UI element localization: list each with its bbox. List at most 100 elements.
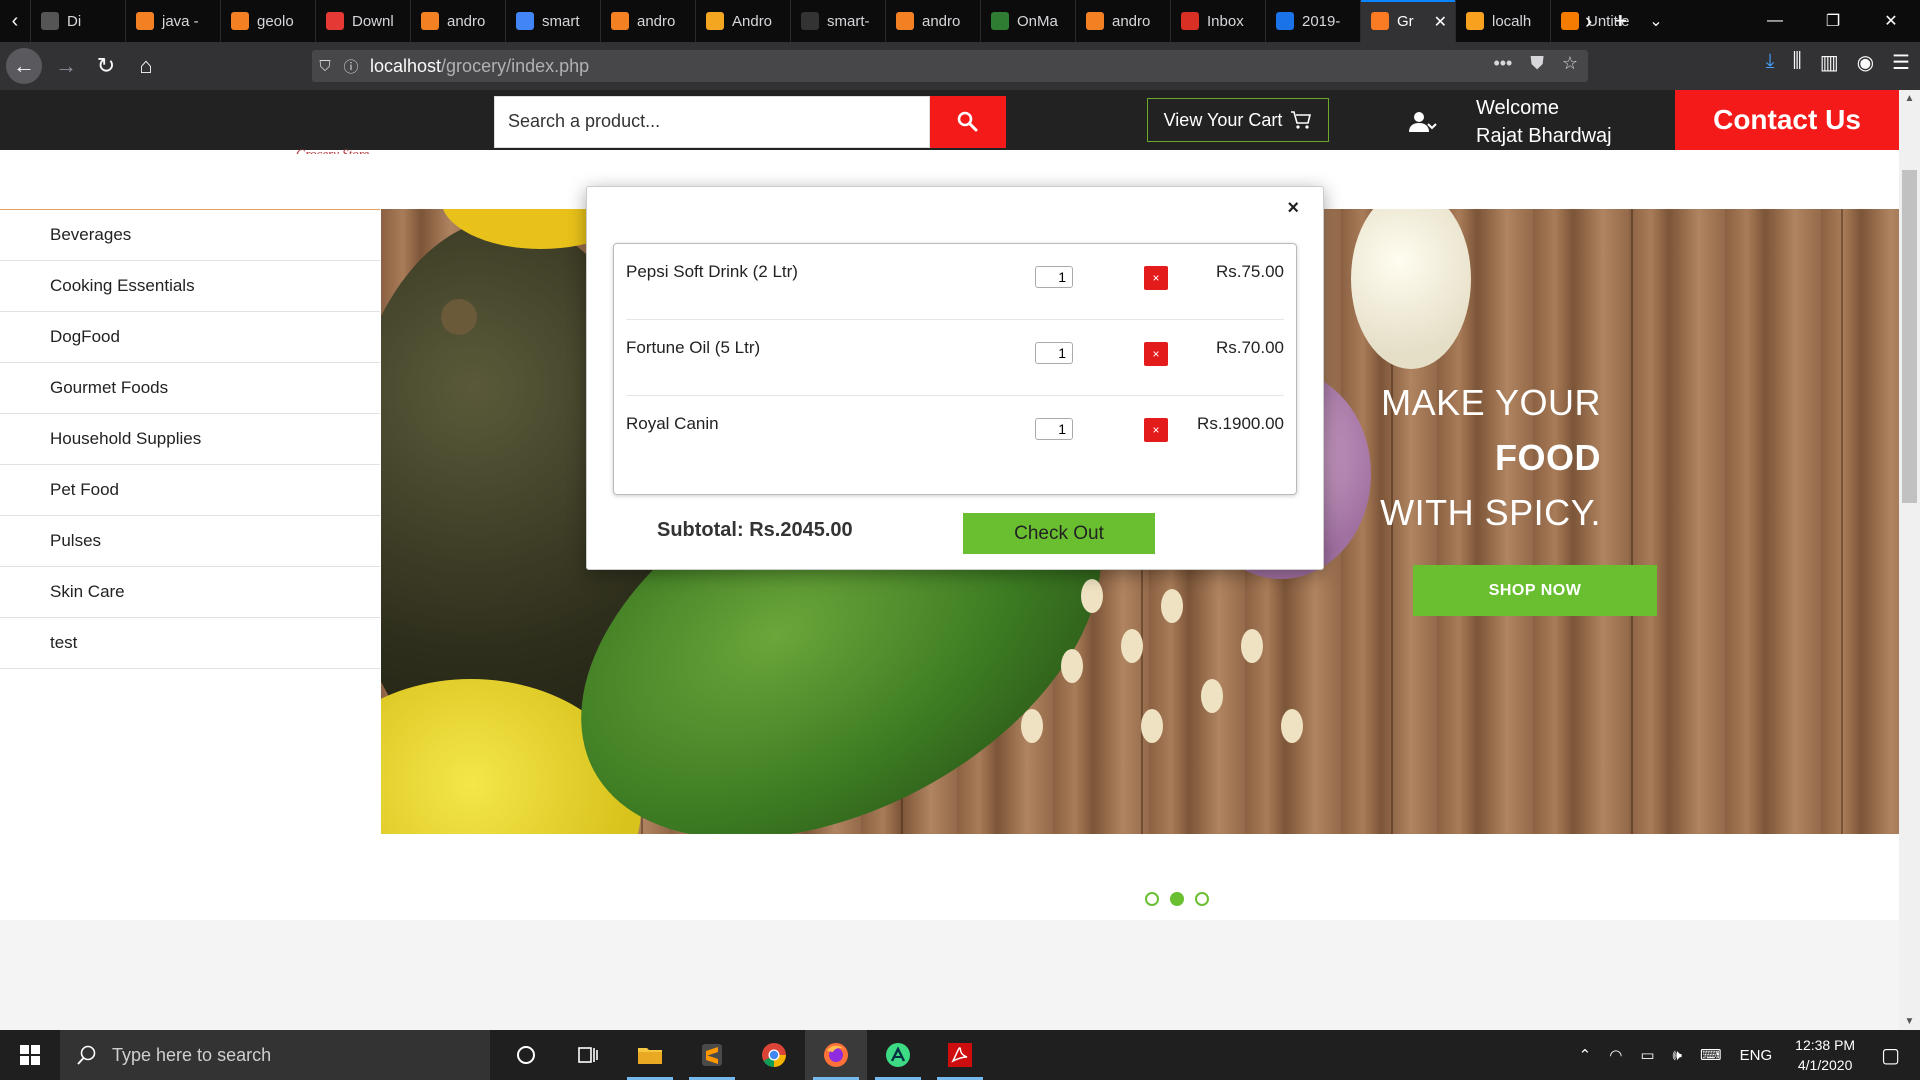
site-info-icon[interactable]: ⓘ [338, 56, 364, 77]
language-indicator[interactable]: ENG [1731, 1047, 1782, 1064]
volume-icon[interactable]: 🕪 [1664, 1047, 1691, 1064]
remove-item-button[interactable]: × [1144, 418, 1168, 442]
browser-tab[interactable]: localh [1455, 0, 1550, 42]
account-icon[interactable]: ◉ [1857, 50, 1874, 75]
site-header: Search a product... View Your Cart Welco… [0, 90, 1899, 150]
category-item[interactable]: Pulses [0, 516, 380, 567]
tab-scroll-right-icon[interactable]: › [1585, 8, 1592, 34]
category-item[interactable]: Beverages [0, 210, 380, 261]
category-item[interactable]: Skin Care [0, 567, 380, 618]
tracking-shield-icon[interactable]: ⛉ [312, 58, 338, 75]
new-tab-icon[interactable]: + [1614, 8, 1627, 34]
category-item[interactable]: DogFood [0, 312, 380, 363]
category-item[interactable]: Pet Food [0, 465, 380, 516]
browser-tab[interactable]: smart [505, 0, 600, 42]
browser-tab[interactable]: geolo [220, 0, 315, 42]
firefox-icon[interactable] [805, 1030, 867, 1080]
user-icon[interactable] [1407, 108, 1437, 138]
user-name: Rajat Bhardwaj [1476, 125, 1612, 147]
site-logo[interactable]: Grocery Store [296, 146, 369, 154]
taskbar-search[interactable]: Type here to search [60, 1030, 490, 1080]
browser-tab[interactable]: 2019- [1265, 0, 1360, 42]
browser-tab[interactable]: OnMa [980, 0, 1075, 42]
carousel-dot[interactable] [1195, 892, 1209, 906]
remove-item-button[interactable]: × [1144, 342, 1168, 366]
file-explorer-icon[interactable] [619, 1030, 681, 1080]
back-icon[interactable]: ← [6, 48, 42, 84]
browser-tab[interactable]: java - [125, 0, 220, 42]
sublime-text-icon[interactable] [681, 1030, 743, 1080]
close-window-icon[interactable]: ✕ [1862, 0, 1920, 42]
windows-logo-icon [20, 1045, 40, 1065]
clock[interactable]: 12:38 PM 4/1/2020 [1781, 1035, 1869, 1075]
url-bar[interactable]: ⛉ ⓘ localhost/grocery/index.php ••• ⛊ ☆ [312, 50, 1588, 82]
chrome-icon[interactable] [743, 1030, 805, 1080]
android-studio-icon[interactable] [867, 1030, 929, 1080]
category-item[interactable]: Gourmet Foods [0, 363, 380, 414]
forward-icon[interactable]: → [48, 48, 84, 84]
menu-icon[interactable]: ☰ [1892, 50, 1910, 75]
taskbar-apps [495, 1030, 991, 1080]
reload-icon[interactable]: ↻ [88, 48, 124, 84]
task-view-icon[interactable] [557, 1030, 619, 1080]
keyboard-icon[interactable]: ⌨ [1691, 1046, 1731, 1064]
pocket-icon[interactable]: ⛊ [1530, 53, 1544, 74]
quantity-input[interactable]: 1 [1035, 342, 1073, 364]
browser-tab[interactable]: smart- [790, 0, 885, 42]
notifications-icon[interactable]: ▢ [1869, 1043, 1920, 1068]
checkout-button[interactable]: Check Out [963, 513, 1155, 554]
acrobat-reader-icon[interactable] [929, 1030, 991, 1080]
search-input[interactable]: Search a product... [494, 96, 930, 148]
welcome-label: Welcome [1476, 97, 1559, 119]
tab-scroll-left-icon[interactable]: ‹ [0, 0, 30, 42]
category-item[interactable]: Household Supplies [0, 414, 380, 465]
battery-icon[interactable]: ▭ [1631, 1046, 1663, 1064]
carousel-dot[interactable] [1170, 892, 1184, 906]
hero-line-2: FOOD [1495, 437, 1601, 478]
browser-tab[interactable]: andro [410, 0, 505, 42]
bookmark-star-icon[interactable]: ☆ [1562, 53, 1578, 74]
carousel-dot[interactable] [1145, 892, 1159, 906]
page-actions-icon[interactable]: ••• [1493, 53, 1512, 74]
library-icon[interactable]: ⫼ [1793, 50, 1802, 75]
scroll-down-icon[interactable]: ▼ [1899, 1013, 1920, 1030]
show-hidden-icons-icon[interactable]: ⌃ [1570, 1046, 1601, 1064]
browser-tab[interactable]: andro [885, 0, 980, 42]
start-button[interactable] [0, 1030, 60, 1080]
browser-tab[interactable]: Gr ✕ [1360, 0, 1455, 42]
home-icon[interactable]: ⌂ [128, 48, 164, 84]
tab-title: smart [542, 12, 580, 30]
browser-tab[interactable]: andro [1075, 0, 1170, 42]
view-cart-button[interactable]: View Your Cart [1147, 98, 1329, 142]
pine-nut [1081, 579, 1103, 613]
browser-tab[interactable]: Downl [315, 0, 410, 42]
close-tab-icon[interactable]: ✕ [1434, 12, 1447, 32]
category-item[interactable]: test [0, 618, 380, 669]
tab-list: Di java - geolo Downl andro smart andro Andro sm… [30, 0, 1645, 42]
sidebar-toggle-icon[interactable]: ▥ [1820, 50, 1839, 75]
page-scrollbar[interactable]: ▲ ▼ [1899, 90, 1920, 1030]
downloads-icon[interactable]: ⤓ [1766, 50, 1775, 75]
remove-item-button[interactable]: × [1144, 266, 1168, 290]
browser-tab[interactable]: Andro [695, 0, 790, 42]
minimize-icon[interactable]: — [1746, 0, 1804, 42]
browser-tab[interactable]: Di [30, 0, 125, 42]
browser-tab[interactable]: Inbox [1170, 0, 1265, 42]
tab-tools: › + ⌄ [1585, 0, 1663, 42]
pine-nut [1201, 679, 1223, 713]
shop-now-button[interactable]: SHOP NOW [1413, 565, 1657, 616]
browser-tab[interactable]: andro [600, 0, 695, 42]
scroll-up-icon[interactable]: ▲ [1899, 90, 1920, 107]
contact-us-button[interactable]: Contact Us [1675, 90, 1899, 150]
scrollbar-thumb[interactable] [1902, 170, 1917, 503]
category-item[interactable]: Cooking Essentials [0, 261, 380, 312]
tab-list-menu-icon[interactable]: ⌄ [1649, 11, 1662, 31]
cortana-icon[interactable] [495, 1030, 557, 1080]
search-button[interactable] [930, 96, 1006, 148]
close-modal-icon[interactable]: × [1287, 197, 1299, 220]
wifi-icon[interactable]: ◠ [1600, 1046, 1631, 1064]
quantity-input[interactable]: 1 [1035, 266, 1073, 288]
pine-nut [1121, 629, 1143, 663]
restore-icon[interactable]: ❐ [1804, 0, 1862, 42]
quantity-input[interactable]: 1 [1035, 418, 1073, 440]
